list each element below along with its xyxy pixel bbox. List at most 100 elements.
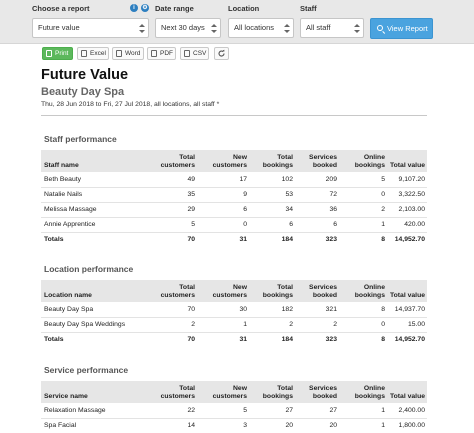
table-cell: Totals [44, 336, 64, 344]
staff-value: All staff [306, 23, 331, 32]
csv-button[interactable]: CSV [180, 47, 209, 60]
table-cell: 323 [325, 336, 337, 344]
col-header: Total bookings [262, 385, 293, 400]
table-cell: 15.00 [387, 317, 427, 333]
chevron-icon [211, 24, 217, 33]
staff-section-title: Staff performance [44, 134, 117, 144]
word-button[interactable]: Word [112, 47, 144, 60]
table-cell: 22 [145, 403, 197, 419]
view-report-button[interactable]: View Report [370, 18, 433, 39]
table-cell: 70 [187, 236, 195, 244]
col-header: Services booked [309, 284, 337, 299]
table-cell: Melissa Massage [41, 202, 145, 218]
table-row: Natalie Nails 35 9 53 72 0 3,322.50 [41, 187, 427, 203]
table-cell: 14,952.70 [394, 336, 425, 344]
col-header: Total customers [160, 385, 195, 400]
table-cell: 9,107.20 [387, 172, 427, 188]
report-subtitle: Beauty Day Spa [41, 86, 125, 98]
table-cell: Annie Apprentice [41, 217, 145, 233]
col-header: Service name [44, 393, 88, 400]
csv-label: CSV [193, 50, 207, 57]
gear-icon[interactable]: ⚙ [141, 4, 149, 12]
report-title: Future Value [41, 67, 129, 83]
table-cell: 8 [381, 236, 385, 244]
col-header: New customers [212, 284, 247, 299]
table-cell: 2 [339, 202, 387, 218]
table-cell: Spa Facial [41, 418, 145, 433]
col-header: Staff name [44, 162, 79, 169]
table-cell: 20 [295, 418, 339, 433]
table-cell: 2,400.00 [387, 403, 427, 419]
table-cell: 2 [295, 317, 339, 333]
totals-row: Totals 70 31 184 323 8 14,952.70 [41, 232, 427, 247]
service-table: Service name Total customers New custome… [41, 381, 427, 433]
table-cell: Beauty Day Spa [41, 302, 145, 318]
service-table-body: Relaxation Massage 22 5 27 27 1 2,400.00 Spa Fa… [41, 403, 427, 433]
table-cell: 2 [249, 317, 295, 333]
col-header: Total value [390, 292, 425, 299]
pdf-file-icon [151, 50, 157, 57]
table-cell: 72 [295, 187, 339, 203]
table-row: Beauty Day Spa 70 30 182 321 8 14,937.70 [41, 302, 427, 318]
table-cell: 8 [339, 302, 387, 318]
location-section-title: Location performance [44, 264, 134, 274]
table-cell: 0 [339, 317, 387, 333]
table-cell: 27 [295, 403, 339, 419]
table-cell: 36 [295, 202, 339, 218]
report-select[interactable]: Future value [32, 18, 149, 38]
excel-file-icon [81, 50, 87, 57]
service-section-title: Service performance [44, 365, 129, 375]
table-header-row: Staff name Total customers New customers… [41, 150, 427, 172]
table-cell: 70 [187, 336, 195, 344]
excel-button[interactable]: Excel [77, 47, 109, 60]
chevron-icon [284, 24, 290, 33]
totals-row: Totals 70 31 184 323 8 14,952.70 [41, 332, 427, 347]
report-date-range: Thu, 28 Jun 2018 to Fri, 27 Jul 2018, al… [41, 101, 220, 108]
table-cell: 70 [145, 302, 197, 318]
table-cell: 14 [145, 418, 197, 433]
info-icon[interactable]: i [130, 4, 138, 12]
date-range-select[interactable]: Next 30 days [155, 18, 221, 38]
date-range-label: Date range [155, 4, 194, 13]
col-header: Services booked [309, 385, 337, 400]
table-cell: 14,937.70 [387, 302, 427, 318]
table-row: Spa Facial 14 3 20 20 1 1,800.00 [41, 418, 427, 433]
print-label: Print [55, 50, 69, 57]
table-cell: 5 [197, 403, 249, 419]
table-cell: 1,800.00 [387, 418, 427, 433]
col-header: New customers [212, 385, 247, 400]
col-header: Total bookings [262, 284, 293, 299]
table-cell: 321 [295, 302, 339, 318]
pdf-label: PDF [160, 50, 173, 57]
table-row: Beth Beauty 49 17 102 209 5 9,107.20 [41, 172, 427, 188]
table-cell: 1 [339, 217, 387, 233]
table-cell: 6 [295, 217, 339, 233]
date-range-value: Next 30 days [161, 23, 205, 32]
table-cell: 8 [381, 336, 385, 344]
staff-table-body: Beth Beauty 49 17 102 209 5 9,107.20 Natalie Na… [41, 172, 427, 247]
table-cell: 35 [145, 187, 197, 203]
table-cell: 0 [339, 187, 387, 203]
refresh-button[interactable] [214, 47, 229, 60]
csv-file-icon [184, 50, 190, 57]
table-cell: 31 [239, 336, 247, 344]
table-cell: Beth Beauty [41, 172, 145, 188]
table-cell: 1 [339, 403, 387, 419]
col-header: Total customers [160, 154, 195, 169]
pdf-button[interactable]: PDF [147, 47, 176, 60]
location-select[interactable]: All locations [228, 18, 294, 38]
table-cell: 420.00 [387, 217, 427, 233]
table-header-row: Service name Total customers New custome… [41, 381, 427, 403]
staff-select[interactable]: All staff [300, 18, 364, 38]
col-header: Services booked [309, 154, 337, 169]
staff-label: Staff [300, 4, 317, 13]
table-cell: 323 [325, 236, 337, 244]
table-cell: Natalie Nails [41, 187, 145, 203]
col-header: Online bookings [354, 154, 385, 169]
table-cell: Beauty Day Spa Weddings [41, 317, 145, 333]
excel-label: Excel [90, 50, 106, 57]
table-cell: 209 [295, 172, 339, 188]
table-cell: 5 [145, 217, 197, 233]
print-button[interactable]: Print [42, 47, 73, 60]
location-value: All locations [234, 23, 275, 32]
